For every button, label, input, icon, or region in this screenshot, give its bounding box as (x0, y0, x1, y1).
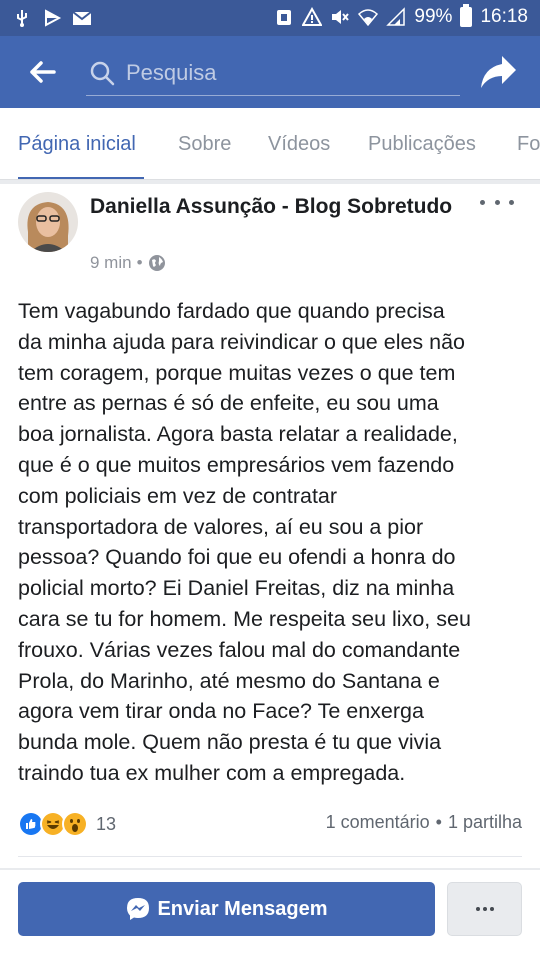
share-arrow-icon (481, 56, 516, 88)
more-dots-icon[interactable] (447, 882, 522, 936)
more-dot (494, 199, 500, 205)
post-time[interactable]: 9 min (90, 253, 132, 273)
more-dot (509, 199, 514, 205)
back-arrow-icon (30, 61, 56, 83)
mute-icon (330, 7, 350, 27)
play-icon (42, 8, 62, 28)
usb-icon (12, 8, 32, 28)
comments-count[interactable]: 1 comentário (326, 812, 430, 833)
mail-icon (72, 8, 92, 28)
send-message-label: Enviar Mensagem (157, 897, 328, 920)
tab-publicacoes[interactable]: Publicações (368, 108, 476, 179)
more-dot (475, 907, 480, 911)
back-button[interactable] (22, 54, 62, 90)
warning-icon (302, 7, 323, 27)
avatar[interactable] (18, 192, 78, 252)
separator-bottom (0, 868, 540, 870)
reaction-count: 13 (96, 813, 117, 834)
share-button[interactable] (478, 52, 520, 92)
more-dot (489, 907, 494, 911)
status-notifications (12, 8, 92, 28)
alarm-icon (274, 7, 294, 27)
post-options-button[interactable] (480, 190, 514, 214)
battery-percent: 99% (414, 6, 453, 27)
battery-icon (460, 4, 473, 27)
engagement-stats: 1 comentário • 1 partilha (326, 812, 522, 833)
more-dot (480, 199, 485, 205)
status-bar: 99% 16:18 (0, 0, 540, 36)
search-input[interactable] (126, 59, 446, 86)
status-system: 99% 16:18 (274, 4, 528, 28)
meta-separator: • (136, 253, 143, 272)
messenger-icon (127, 898, 150, 920)
post-meta: 9 min • (90, 253, 166, 273)
app-header (0, 36, 540, 108)
tab-fotos-partial[interactable]: Fo (517, 108, 540, 179)
post-text: Tem vagabundo fardado que quando precisa… (18, 299, 471, 785)
page-tabs: Página inicial Sobre Vídeos Publicações … (0, 108, 540, 180)
divider (18, 856, 522, 857)
clock: 16:18 (480, 6, 528, 27)
more-dot (482, 907, 487, 911)
signal-icon (386, 7, 406, 27)
tab-pagina-inicial[interactable]: Página inicial (18, 108, 144, 179)
search-icon (90, 61, 115, 85)
wow-reaction-icon (62, 811, 88, 837)
reactions-summary[interactable]: 13 (18, 810, 116, 838)
send-message-button[interactable]: Enviar Mensagem (18, 882, 435, 936)
tab-videos[interactable]: Vídeos (268, 108, 330, 179)
post-author[interactable]: Daniella Assunção - Blog Sobretudo (90, 192, 470, 221)
wifi-icon (358, 7, 379, 27)
shares-count[interactable]: 1 partilha (448, 812, 522, 833)
globe-icon (148, 255, 165, 271)
search-bar[interactable] (86, 50, 460, 96)
tab-sobre[interactable]: Sobre (178, 108, 231, 179)
separator (0, 180, 540, 184)
engagement-separator: • (435, 812, 442, 832)
